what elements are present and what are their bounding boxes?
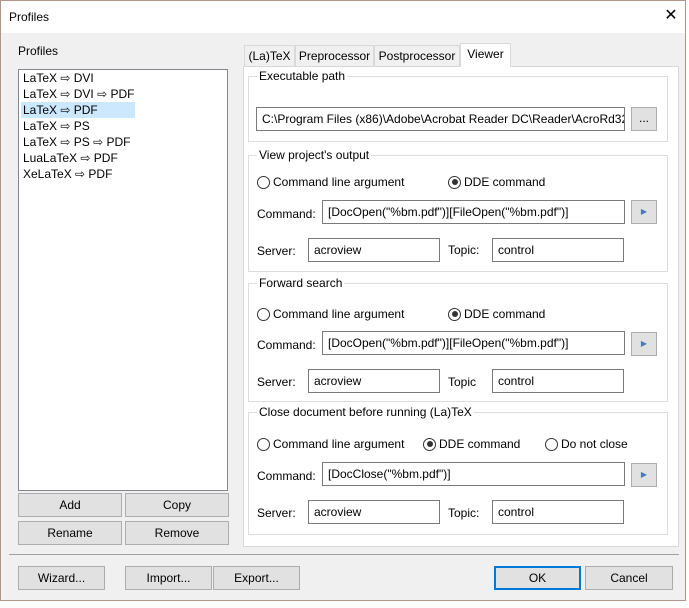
radio-circle-checked: [423, 437, 436, 451]
command-label: Command:: [257, 207, 316, 221]
list-item[interactable]: LaTeX ⇨ DVI: [21, 70, 94, 86]
profiles-dialog: Profiles ✕ Profiles LaTeX ⇨ DVI LaTeX ⇨ …: [0, 0, 686, 601]
topic-label: Topic:: [448, 243, 480, 257]
group-label: Close document before running (La)TeX: [257, 405, 474, 419]
list-item[interactable]: LaTeX ⇨ DVI ⇨ PDF: [21, 86, 134, 102]
forward-search-group: Forward search Command line argument DDE…: [248, 276, 668, 402]
close-icon[interactable]: ✕: [661, 6, 681, 26]
forward-server-input[interactable]: acroview: [308, 369, 440, 393]
list-item[interactable]: XeLaTeX ⇨ PDF: [21, 166, 112, 182]
close-cmdline-radio[interactable]: Command line argument: [257, 437, 404, 451]
group-label: Forward search: [257, 276, 345, 290]
view-dde-radio[interactable]: DDE command: [448, 175, 545, 189]
radio-label: DDE command: [439, 437, 521, 451]
radio-circle: [257, 307, 270, 321]
view-command-input[interactable]: [DocOpen("%bm.pdf")][FileOpen("%bm.pdf")…: [322, 200, 625, 224]
tab-postprocessor[interactable]: Postprocessor: [374, 45, 460, 66]
play-arrow-icon[interactable]: ▶: [631, 463, 657, 487]
executable-path-group: Executable path C:\Program Files (x86)\A…: [248, 69, 668, 142]
profiles-list[interactable]: LaTeX ⇨ DVI LaTeX ⇨ DVI ⇨ PDF LaTeX ⇨ PD…: [18, 69, 228, 491]
server-label: Server:: [257, 244, 296, 258]
import-button[interactable]: Import...: [125, 566, 212, 590]
radio-circle-checked: [448, 175, 461, 189]
title-bar: Profiles ✕: [1, 1, 685, 33]
export-button[interactable]: Export...: [213, 566, 300, 590]
tab-preprocessor[interactable]: Preprocessor: [295, 45, 374, 66]
close-do-not-close-radio[interactable]: Do not close: [545, 437, 628, 451]
cancel-button[interactable]: Cancel: [585, 566, 673, 590]
viewer-tab-page: Executable path C:\Program Files (x86)\A…: [243, 66, 679, 547]
view-server-input[interactable]: acroview: [308, 238, 440, 262]
radio-circle: [257, 175, 270, 189]
play-arrow-icon[interactable]: ▶: [631, 200, 657, 224]
ok-button[interactable]: OK: [494, 566, 581, 590]
close-command-input[interactable]: [DocClose("%bm.pdf")]: [322, 462, 625, 486]
forward-topic-input[interactable]: control: [492, 369, 624, 393]
close-dde-radio[interactable]: DDE command: [423, 437, 520, 451]
forward-cmdline-radio[interactable]: Command line argument: [257, 307, 404, 321]
view-topic-input[interactable]: control: [492, 238, 624, 262]
group-label: Executable path: [257, 69, 348, 83]
command-label: Command:: [257, 469, 316, 483]
radio-circle: [257, 437, 270, 451]
copy-button[interactable]: Copy: [125, 493, 229, 517]
remove-button[interactable]: Remove: [125, 521, 229, 545]
server-label: Server:: [257, 375, 296, 389]
list-item[interactable]: LaTeX ⇨ PS: [21, 118, 90, 134]
radio-label: Command line argument: [273, 175, 405, 189]
list-item-selected[interactable]: LaTeX ⇨ PDF: [21, 102, 135, 118]
view-output-group: View project's output Command line argum…: [248, 148, 668, 272]
view-cmdline-radio[interactable]: Command line argument: [257, 175, 404, 189]
radio-label: Command line argument: [273, 437, 405, 451]
tab-latex[interactable]: (La)TeX: [244, 45, 295, 66]
close-server-input[interactable]: acroview: [308, 500, 440, 524]
browse-button[interactable]: ...: [631, 107, 657, 131]
topic-label: Topic:: [448, 506, 480, 520]
radio-label: DDE command: [464, 307, 546, 321]
close-topic-input[interactable]: control: [492, 500, 624, 524]
add-button[interactable]: Add: [18, 493, 122, 517]
radio-label: Command line argument: [273, 307, 405, 321]
tab-viewer[interactable]: Viewer: [460, 43, 511, 67]
play-arrow-icon[interactable]: ▶: [631, 332, 657, 356]
group-label: View project's output: [257, 148, 372, 162]
radio-label: DDE command: [464, 175, 546, 189]
executable-path-input[interactable]: C:\Program Files (x86)\Adobe\Acrobat Rea…: [256, 107, 625, 131]
radio-circle-checked: [448, 307, 461, 321]
window-title: Profiles: [9, 10, 50, 24]
divider: [9, 554, 679, 555]
command-label: Command:: [257, 338, 316, 352]
profiles-label: Profiles: [18, 44, 59, 58]
close-document-group: Close document before running (La)TeX Co…: [248, 405, 668, 535]
forward-command-input[interactable]: [DocOpen("%bm.pdf")][FileOpen("%bm.pdf")…: [322, 331, 625, 355]
topic-label: Topic: [448, 375, 477, 389]
wizard-button[interactable]: Wizard...: [18, 566, 105, 590]
radio-label: Do not close: [561, 437, 628, 451]
rename-button[interactable]: Rename: [18, 521, 122, 545]
list-item[interactable]: LaTeX ⇨ PS ⇨ PDF: [21, 134, 130, 150]
forward-dde-radio[interactable]: DDE command: [448, 307, 545, 321]
server-label: Server:: [257, 506, 296, 520]
radio-circle: [545, 437, 558, 451]
list-item[interactable]: LuaLaTeX ⇨ PDF: [21, 150, 118, 166]
